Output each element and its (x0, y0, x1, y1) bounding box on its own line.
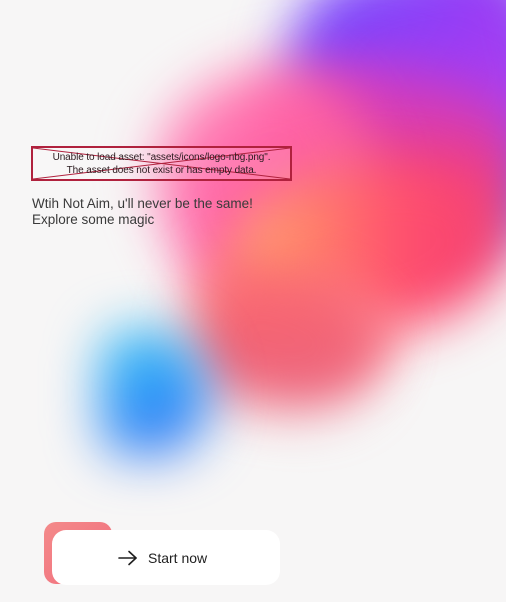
error-message-line: Unable to load asset: "assets/icons/logo… (52, 151, 271, 163)
decorative-background (0, 0, 506, 602)
tagline-line-2: Explore some magic (32, 212, 155, 227)
start-now-label: Start now (148, 549, 208, 566)
start-now-button[interactable]: Start now (52, 530, 280, 585)
arrow-right-icon (118, 550, 138, 566)
error-message-line: The asset does not exist or has empty da… (66, 164, 257, 176)
error-message: Unable to load asset: "assets/icons/logo… (33, 148, 290, 179)
tagline-line-1: Wtih Not Aim, u'll never be the same! (32, 196, 253, 211)
background-blob (100, 330, 210, 455)
logo-error-placeholder: Unable to load asset: "assets/icons/logo… (31, 146, 292, 181)
tagline: Wtih Not Aim, u'll never be the same! Ex… (32, 196, 253, 228)
